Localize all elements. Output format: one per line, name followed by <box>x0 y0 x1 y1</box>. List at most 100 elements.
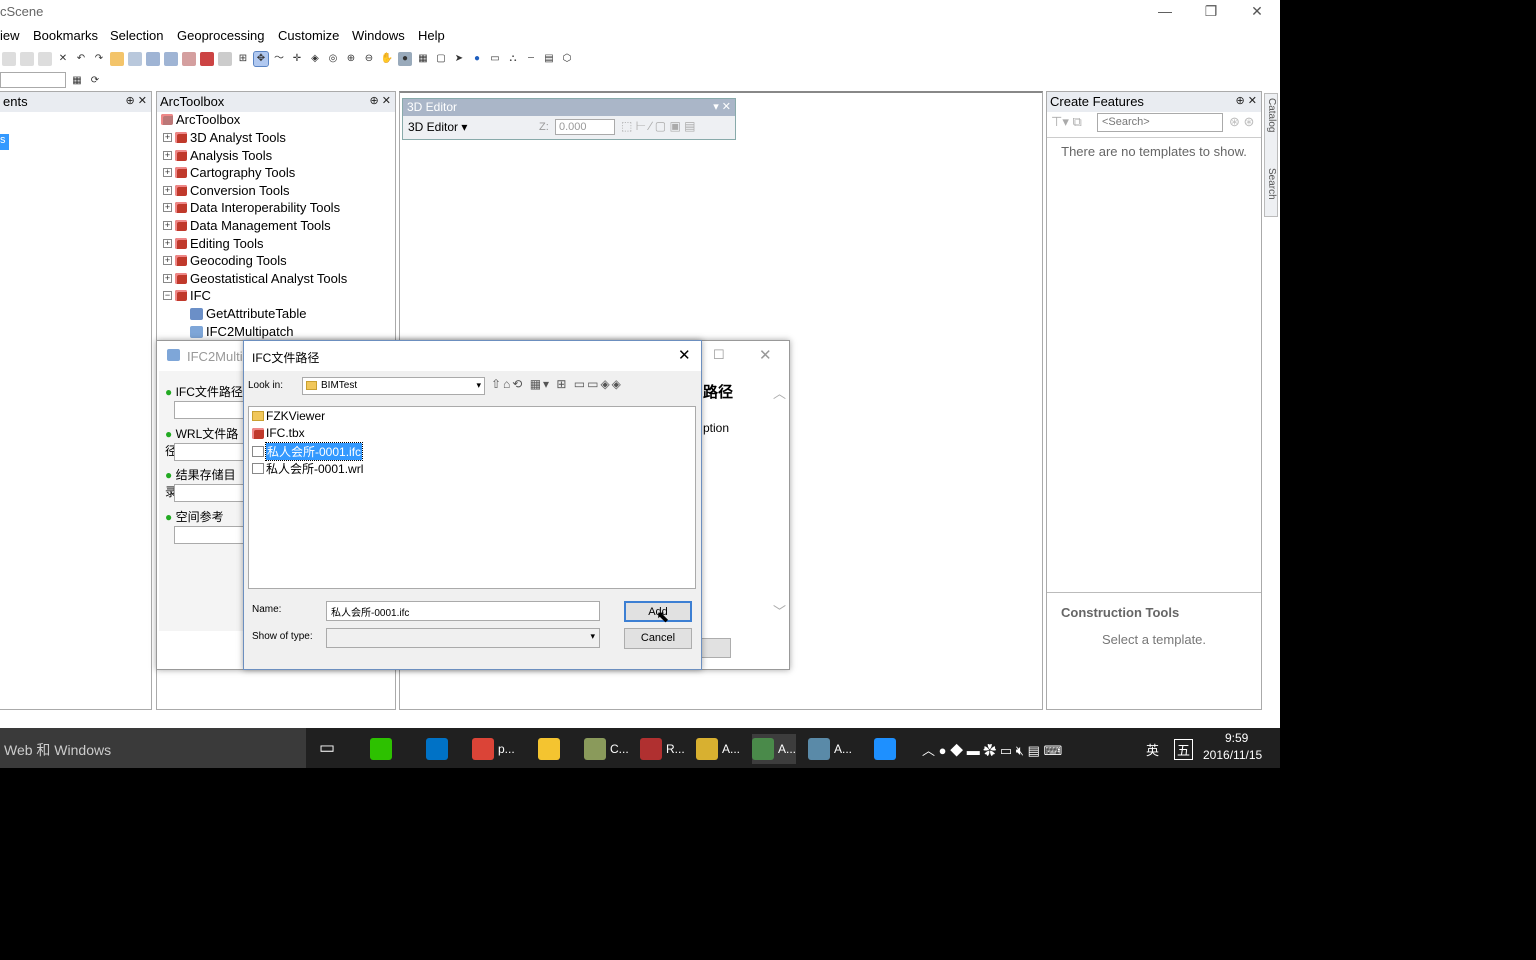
expand-icon[interactable]: + <box>163 238 172 248</box>
file-name-input[interactable]: 私人会所-0001.ifc <box>326 601 600 621</box>
restore-button[interactable]: ❐ <box>1188 0 1234 24</box>
expand-icon[interactable]: + <box>163 185 172 195</box>
organize-templates-icon[interactable]: ⊤▾ ⧉ <box>1051 114 1082 130</box>
close-icon[interactable]: ▾ ✕ <box>713 100 731 113</box>
task-view-icon[interactable]: ▭ <box>319 738 335 758</box>
expand-icon[interactable]: + <box>163 203 172 213</box>
taskbar-app[interactable]: C... <box>584 734 629 764</box>
scroll-up-icon[interactable]: ︿ <box>773 383 786 402</box>
paste-icon[interactable] <box>38 52 52 66</box>
file-item[interactable]: 私人会所-0001.wrl <box>252 460 363 477</box>
taskbar-app[interactable] <box>874 734 900 764</box>
minimize-button[interactable]: — <box>1142 0 1188 24</box>
scroll-down-icon[interactable]: ﹀ <box>773 601 786 620</box>
pin-icon[interactable]: ⊕ ✕ <box>1236 94 1258 107</box>
tree-item-conversion-tools[interactable]: + Conversion Tools <box>163 183 289 198</box>
pin-icon[interactable]: ⊕ ✕ <box>370 94 392 107</box>
clear-selection-icon[interactable]: ▢ <box>434 52 448 66</box>
menu-windows[interactable]: Windows <box>352 28 405 43</box>
output-dir-input[interactable] <box>174 484 244 502</box>
zoom-in-icon[interactable]: ⊕ <box>344 52 358 66</box>
cancel-button[interactable]: Cancel <box>624 628 692 649</box>
copy-icon[interactable] <box>20 52 34 66</box>
zoom-out-icon[interactable]: ⊖ <box>362 52 376 66</box>
file-list[interactable]: FZKViewer IFC.tbx 私人会所-0001.ifc 私人会所-0001.w… <box>248 406 696 589</box>
identify-icon[interactable]: ● <box>470 52 484 66</box>
tree-item-data-management-tools[interactable]: + Data Management Tools <box>163 218 331 233</box>
expand-icon[interactable]: + <box>163 168 172 178</box>
python-window-icon[interactable] <box>218 52 232 66</box>
add-data-icon[interactable] <box>110 52 124 66</box>
tree-child-ifc2multipatch[interactable]: IFC2Multipatch <box>190 324 293 339</box>
tree-item-geostatistical-analyst-tools[interactable]: + Geostatistical Analyst Tools <box>163 271 347 286</box>
find-icon[interactable]: ⛬ <box>506 52 520 66</box>
table-of-contents-icon[interactable] <box>146 52 160 66</box>
splitter[interactable] <box>1047 592 1261 593</box>
catalog-tab[interactable]: Catalog <box>1265 98 1277 132</box>
tree-item-analysis-tools[interactable]: + Analysis Tools <box>163 148 272 163</box>
file-item[interactable]: FZKViewer <box>252 409 325 423</box>
layer-icon[interactable]: ▦ <box>70 74 84 88</box>
tool-dialog-button[interactable] <box>701 638 731 658</box>
ifc-path-input[interactable] <box>174 401 244 419</box>
navigate-icon[interactable]: ✥ <box>253 51 269 67</box>
select-elements-icon[interactable]: ➤ <box>452 52 466 66</box>
catalog-window-icon[interactable] <box>164 52 178 66</box>
tree-item-ifc[interactable]: − IFC <box>163 288 211 303</box>
tree-item-cartography-tools[interactable]: + Cartography Tools <box>163 165 295 180</box>
menu-selection[interactable]: Selection <box>110 28 163 43</box>
tree-item-geocoding-tools[interactable]: + Geocoding Tools <box>163 253 287 268</box>
file-type-combo[interactable]: ▾ <box>326 628 600 648</box>
expand-icon[interactable]: − <box>163 291 172 301</box>
ime-mode[interactable]: 五 <box>1174 739 1194 760</box>
tree-root[interactable]: ArcToolbox <box>161 112 240 127</box>
toc-selected-item[interactable]: s <box>0 134 9 150</box>
delete-icon[interactable]: ✕ <box>56 52 70 66</box>
taskbar-app[interactable]: R... <box>640 734 685 764</box>
fly-icon[interactable]: 〜 <box>272 52 286 66</box>
file-item[interactable]: IFC.tbx <box>252 426 305 440</box>
menu-customize[interactable]: Customize <box>278 28 339 43</box>
search-icon[interactable]: ⊛ ⊛ <box>1229 114 1254 130</box>
menu-view[interactable]: iew <box>0 28 20 43</box>
close-icon[interactable]: ✕ <box>678 346 691 364</box>
3d-effects-icon[interactable]: ⬡ <box>560 52 574 66</box>
html-popup-icon[interactable]: ▭ <box>488 52 502 66</box>
expand-icon[interactable]: + <box>163 150 172 160</box>
tree-item-editing-tools[interactable]: + Editing Tools <box>163 236 263 251</box>
maximize-icon[interactable]: ☐ <box>713 347 725 363</box>
look-in-combo[interactable]: BIMTest ▾ <box>302 377 485 395</box>
search-box[interactable]: Web 和 Windows <box>0 728 306 768</box>
zoom-to-target-icon[interactable]: ◈ <box>308 52 322 66</box>
close-icon[interactable]: ✕ <box>759 346 772 364</box>
tree-item-3d-analyst-tools[interactable]: +3D Analyst Tools <box>163 130 286 145</box>
toolbox-icon[interactable] <box>182 52 196 66</box>
taskbar-app[interactable] <box>538 734 564 764</box>
taskbar-app[interactable]: p... <box>472 734 515 764</box>
model-builder-icon[interactable]: ⊞ <box>236 52 250 66</box>
tree-item-data-interoperability-tools[interactable]: + Data Interoperability Tools <box>163 200 340 215</box>
clock-date[interactable]: 2016/11/15 <box>1203 748 1262 762</box>
navigation-icons[interactable]: ⇧⌂⟲ ▦▾ ⊞ ▭▭◈◈ <box>491 377 623 391</box>
3d-editor-menu[interactable]: 3D Editor ▾ <box>408 120 467 134</box>
taskbar-app[interactable]: A... <box>752 734 797 764</box>
measure-icon[interactable]: ┄ <box>524 52 538 66</box>
ime-indicator[interactable]: 英 <box>1146 740 1159 759</box>
spatial-ref-input[interactable] <box>174 526 244 544</box>
taskbar-app[interactable]: A... <box>696 734 740 764</box>
menu-bookmarks[interactable]: Bookmarks <box>33 28 98 43</box>
select-features-icon[interactable]: ▦ <box>416 52 430 66</box>
pin-icon[interactable]: ⊕ ✕ <box>126 94 148 107</box>
close-button[interactable]: ✕ <box>1234 0 1280 24</box>
tree-child-getattributetable[interactable]: GetAttributeTable <box>190 306 306 321</box>
expand-icon[interactable]: + <box>163 221 172 230</box>
expand-icon[interactable]: + <box>163 133 172 142</box>
file-item[interactable]: 私人会所-0001.ifc <box>252 442 364 461</box>
scale-combo[interactable] <box>0 72 66 88</box>
undo-icon[interactable]: ↶ <box>74 52 88 66</box>
template-search-input[interactable]: <Search> <box>1097 113 1223 132</box>
editor-tools-icon[interactable]: ⬚ ⊢ ∕ ▢ ▣ ▤ <box>621 119 695 133</box>
center-target-icon[interactable]: ✛ <box>290 52 304 66</box>
arctoolbox-icon[interactable] <box>200 52 214 66</box>
redo-icon[interactable]: ↷ <box>92 52 106 66</box>
